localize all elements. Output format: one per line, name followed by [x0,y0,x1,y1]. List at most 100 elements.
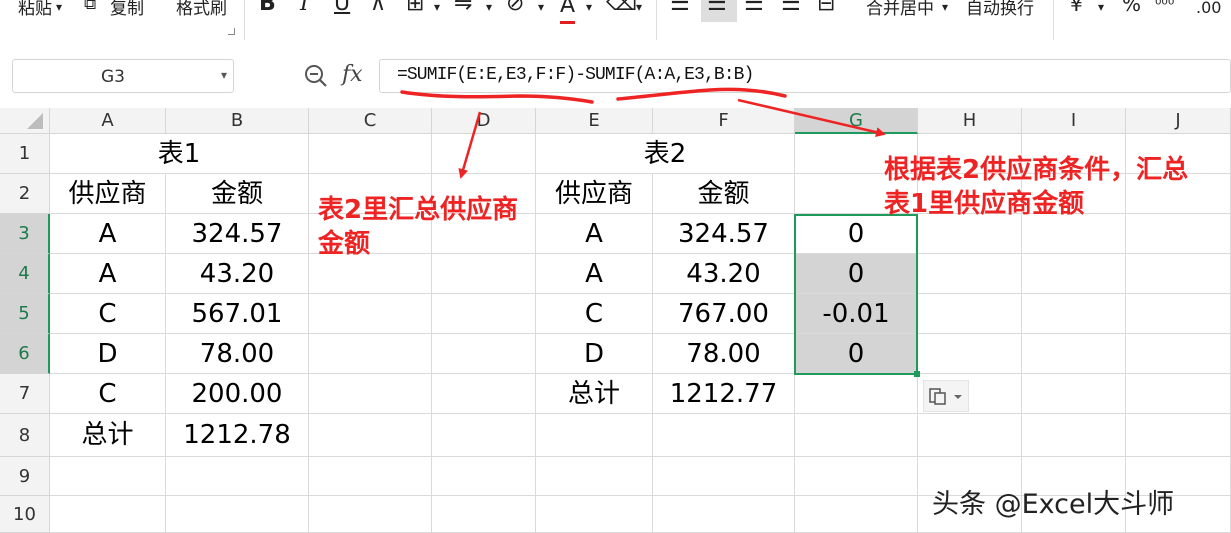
cell-a6[interactable]: D [50,334,166,374]
underline-button[interactable]: U [334,0,350,16]
cell-j6[interactable] [1126,334,1231,374]
cell-i7[interactable] [1022,374,1126,414]
cell-h4[interactable] [918,254,1022,294]
cell-c8[interactable] [309,414,432,457]
cell-e4[interactable]: A [536,254,653,294]
cell-e7[interactable]: 总计 [536,374,653,414]
select-all-corner[interactable] [0,108,50,134]
cell-i8[interactable] [1022,414,1126,457]
cell-b3[interactable]: 324.57 [166,214,309,254]
cell-f2[interactable]: 金额 [653,174,795,214]
row-header-8[interactable]: 8 [0,414,50,457]
cell-h8[interactable] [918,414,1022,457]
cell-style-icon[interactable]: ⇋ [454,0,472,16]
row-header-1[interactable]: 1 [0,134,50,174]
italic-button[interactable]: I [300,0,309,16]
cell-a7[interactable]: C [50,374,166,414]
cell-g9[interactable] [795,457,918,496]
cell-b4[interactable]: 43.20 [166,254,309,294]
eraser-dropdown-icon[interactable]: ▾ [636,0,642,14]
cell-b10[interactable] [166,496,309,533]
cell-e8[interactable] [536,414,653,457]
cell-c9[interactable] [309,457,432,496]
row-header-10[interactable]: 10 [0,496,50,533]
cell-d10[interactable] [432,496,536,533]
cell-g10[interactable] [795,496,918,533]
cell-d7[interactable] [432,374,536,414]
cell-j8[interactable] [1126,414,1231,457]
cell-f3[interactable]: 324.57 [653,214,795,254]
cell-c1[interactable] [309,134,432,174]
table2-title[interactable]: 表2 [536,134,795,174]
cell-e10[interactable] [536,496,653,533]
cell-a9[interactable] [50,457,166,496]
row-header-7[interactable]: 7 [0,374,50,414]
cell-e5[interactable]: C [536,294,653,334]
cell-b6[interactable]: 78.00 [166,334,309,374]
column-header-i[interactable]: I [1022,108,1126,134]
cell-h5[interactable] [918,294,1022,334]
cell-b8[interactable]: 1212.78 [166,414,309,457]
cell-j5[interactable] [1126,294,1231,334]
font-color-dropdown-icon[interactable]: ▾ [586,0,592,14]
cell-a2[interactable]: 供应商 [50,174,166,214]
align-left-icon[interactable]: ☰ [670,0,690,16]
column-header-e[interactable]: E [536,108,653,134]
comma-style-icon[interactable]: ⁰⁰⁰ [1155,0,1174,14]
cell-f9[interactable] [653,457,795,496]
row-header-4[interactable]: 4 [0,254,50,294]
paste-options-button[interactable] [923,380,969,412]
cell-b7[interactable]: 200.00 [166,374,309,414]
align-right-icon[interactable]: ☰ [744,0,764,16]
name-box[interactable]: G3 ▾ [12,59,234,93]
currency-button[interactable]: ¥ [1070,0,1083,16]
font-color-button[interactable]: A [560,0,576,24]
column-header-h[interactable]: H [918,108,1022,134]
fill-handle[interactable] [914,371,920,377]
row-header-3[interactable]: 3 [0,214,50,254]
bold-button[interactable]: B [259,0,276,16]
cell-j7[interactable] [1126,374,1231,414]
cell-i6[interactable] [1022,334,1126,374]
row-header-6[interactable]: 6 [0,334,50,374]
cell-j4[interactable] [1126,254,1231,294]
cell-f8[interactable] [653,414,795,457]
percent-button[interactable]: % [1122,0,1141,16]
formula-input[interactable]: =SUMIF(E:E,E3,F:F)-SUMIF(A:A,E3,B:B) [379,59,1231,93]
paste-dropdown-icon[interactable]: ▾ [56,0,62,14]
merge-center-button[interactable]: 合并居中 [866,0,934,19]
format-painter-button[interactable]: 格式刷 [176,0,227,19]
clipboard-group-launcher-icon[interactable] [228,28,235,35]
column-header-f[interactable]: F [653,108,795,134]
cell-f7[interactable]: 1212.77 [653,374,795,414]
cell-a4[interactable]: A [50,254,166,294]
cell-d5[interactable] [432,294,536,334]
cell-f10[interactable] [653,496,795,533]
cell-i5[interactable] [1022,294,1126,334]
justify-icon[interactable]: ☰ [781,0,801,16]
paste-button[interactable]: 粘贴 [18,0,52,19]
cell-g5[interactable]: -0.01 [795,294,918,334]
border-dropdown-icon[interactable]: ▾ [434,0,440,14]
column-header-j[interactable]: J [1126,108,1231,134]
cell-c6[interactable] [309,334,432,374]
cell-f4[interactable]: 43.20 [653,254,795,294]
cell-e6[interactable]: D [536,334,653,374]
wrap-text-button[interactable]: 自动换行 [966,0,1034,19]
cell-b2[interactable]: 金额 [166,174,309,214]
cell-e3[interactable]: A [536,214,653,254]
cell-d9[interactable] [432,457,536,496]
cell-a5[interactable]: C [50,294,166,334]
column-header-a[interactable]: A [50,108,166,134]
cell-d6[interactable] [432,334,536,374]
cell-b5[interactable]: 567.01 [166,294,309,334]
align-center-icon[interactable]: ☰ [707,0,727,16]
column-header-g[interactable]: G [795,108,918,134]
cell-f6[interactable]: 78.00 [653,334,795,374]
cell-f5[interactable]: 767.00 [653,294,795,334]
cell-i4[interactable] [1022,254,1126,294]
cell-style-dropdown-icon[interactable]: ▾ [486,0,492,14]
cell-h6[interactable] [918,334,1022,374]
column-header-c[interactable]: C [309,108,432,134]
cell-c5[interactable] [309,294,432,334]
